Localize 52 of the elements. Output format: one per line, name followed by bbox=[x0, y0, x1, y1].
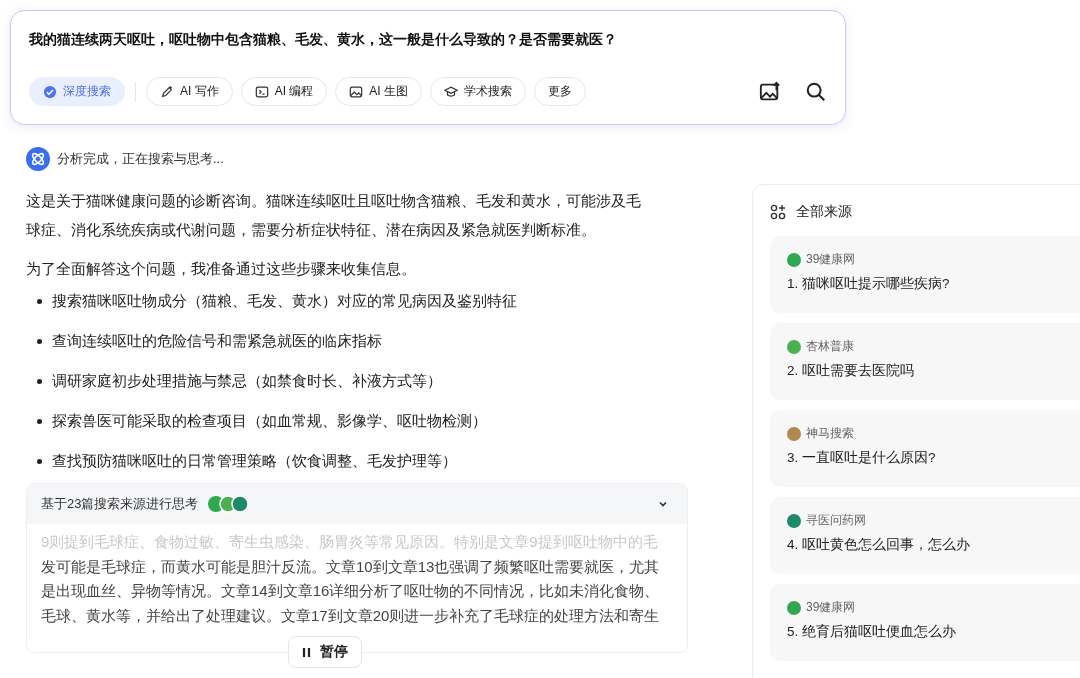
site-name: 39健康网 bbox=[806, 599, 856, 616]
query-box[interactable]: 我的猫连续两天呕吐，呕吐物中包含猫粮、毛发、黄水，这一般是什么导致的？是否需要就医？ 深度搜索 AI 写作 AI 编程 AI 生图 学术搜索 更多 bbox=[10, 10, 846, 125]
thinking-text: 发可能是毛球症，而黄水可能是胆汁反流。文章10到文章13也强调了频繁呕吐需要就医，尤其 bbox=[41, 556, 661, 577]
step-item: 探索兽医可能采取的检查项目（如血常规、影像学、呕吐物检测） bbox=[52, 411, 487, 431]
source-title: 1. 猫咪呕吐提示哪些疾病? bbox=[787, 275, 951, 293]
check-icon bbox=[43, 84, 57, 99]
atom-logo-icon bbox=[26, 147, 50, 171]
source-card[interactable]: 神马搜索 3. 一直呕吐是什么原因? bbox=[770, 410, 1080, 487]
source-title: 3. 一直呕吐是什么原因? bbox=[787, 449, 937, 467]
site-name: 神马搜索 bbox=[806, 425, 854, 442]
thinking-text: 是出现血丝、异物等情况。文章14到文章16详细分析了呕吐物的不同情况，比如未消化食物、 bbox=[41, 581, 661, 601]
mode-chip[interactable]: AI 生图 bbox=[335, 77, 422, 106]
pause-icon bbox=[302, 646, 311, 658]
source-title: 5. 绝育后猫呕吐便血怎么办 bbox=[787, 623, 957, 641]
status-text: 分析完成，正在搜索与思考... bbox=[57, 150, 224, 168]
step-item: 搜索猫咪呕吐物成分（猫粮、毛发、黄水）对应的常见病因及鉴别特征 bbox=[52, 291, 517, 311]
source-card[interactable]: 39健康网 1. 猫咪呕吐提示哪些疾病? bbox=[770, 236, 1080, 313]
terminal-icon bbox=[254, 84, 269, 99]
source-card[interactable]: 寻医问药网 4. 呕吐黄色怎么回事，怎么办 bbox=[770, 497, 1080, 574]
panel-title: 全部来源 bbox=[796, 203, 852, 221]
bullet-icon bbox=[37, 378, 42, 384]
paragraph: 这是关于猫咪健康问题的诊断咨询。猫咪连续呕吐且呕吐物含猫粮、毛发和黄水，可能涉及毛球症、消化系统疾病或代谢问题，需要分析症状特征、潜在病因及紧急就医判断标准。 bbox=[26, 191, 642, 240]
source-title: 4. 呕吐黄色怎么回事，怎么办 bbox=[787, 536, 971, 554]
query-text: 我的猫连续两天呕吐，呕吐物中包含猫粮、毛发、黄水，这一般是什么导致的？是否需要就医？ bbox=[29, 31, 618, 49]
pen-icon bbox=[160, 84, 174, 99]
paragraph: 为了全面解答这个问题，我准备通过这些步骤来收集信息。 bbox=[26, 259, 417, 279]
search-icon[interactable] bbox=[805, 80, 827, 103]
source-title: 2. 呕吐需要去医院吗 bbox=[787, 362, 915, 380]
graduation-cap-icon bbox=[444, 84, 458, 99]
grid-plus-icon bbox=[770, 204, 786, 220]
bullet-icon bbox=[37, 298, 42, 304]
bullet-icon bbox=[37, 418, 42, 424]
mode-chip[interactable]: 深度搜索 bbox=[29, 77, 125, 106]
mode-chip[interactable]: 更多 bbox=[534, 77, 586, 106]
site-name: 寻医问药网 bbox=[806, 512, 866, 529]
mode-chip[interactable]: 学术搜索 bbox=[430, 77, 526, 106]
image-upload-icon[interactable] bbox=[759, 80, 781, 103]
bullet-icon bbox=[37, 458, 42, 464]
step-item: 查找预防猫咪呕吐的日常管理策略（饮食调整、毛发护理等） bbox=[52, 451, 457, 471]
site-name: 杏林普康 bbox=[806, 338, 854, 355]
mode-chip[interactable]: AI 写作 bbox=[146, 77, 233, 106]
source-card[interactable]: 39健康网 5. 绝育后猫呕吐便血怎么办 bbox=[770, 584, 1080, 661]
step-item: 查询连续呕吐的危险信号和需紧急就医的临床指标 bbox=[52, 331, 382, 351]
image-icon bbox=[349, 84, 364, 99]
source-card[interactable]: 杏林普康 2. 呕吐需要去医院吗 bbox=[770, 323, 1080, 400]
thinking-text: 毛球、黄水等，并给出了处理建议。文章17到文章20则进一步补充了毛球症的处理方法和寄生 bbox=[41, 605, 661, 626]
pause-button[interactable]: 暂停 bbox=[288, 636, 362, 668]
step-item: 调研家庭初步处理措施与禁忌（如禁食时长、补液方式等） bbox=[52, 371, 442, 391]
site-name: 39健康网 bbox=[806, 251, 856, 268]
bullet-icon bbox=[37, 338, 42, 344]
mode-chip[interactable]: AI 编程 bbox=[240, 77, 328, 106]
thinking-title: 基于23篇搜索来源进行思考 bbox=[41, 495, 199, 513]
